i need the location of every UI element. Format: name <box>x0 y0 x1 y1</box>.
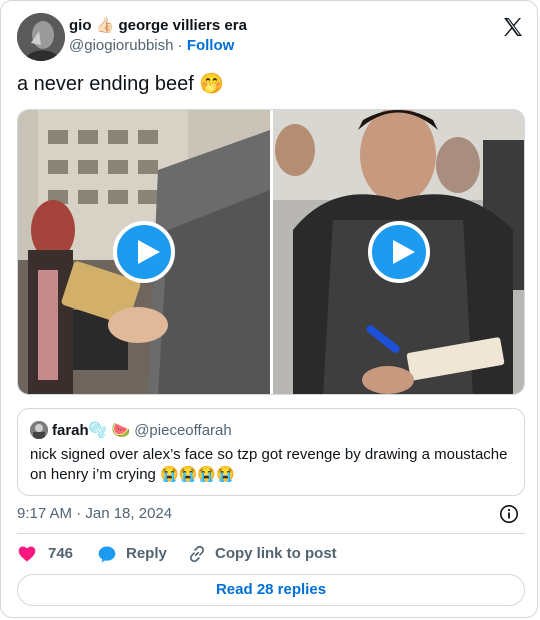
post-timestamp[interactable]: 9:17 AM · Jan 18, 2024 <box>17 504 172 524</box>
like-button[interactable]: 746 <box>17 543 77 565</box>
quoted-author-handle: @pieceoffarah <box>134 422 232 439</box>
video-thumbnail-1[interactable] <box>18 110 270 394</box>
reply-label: Reply <box>126 545 167 562</box>
play-button-2[interactable] <box>368 221 430 283</box>
copy-link-button[interactable]: Copy link to post <box>187 543 337 565</box>
quoted-post[interactable]: farah🫧 🍉 @pieceoffarah nick signed over a… <box>17 408 525 496</box>
quoted-author-avatar <box>30 421 48 439</box>
x-logo-icon[interactable] <box>501 15 525 39</box>
author-avatar[interactable] <box>17 13 65 61</box>
reply-button[interactable]: Reply <box>97 543 177 565</box>
play-icon <box>138 240 160 264</box>
info-icon[interactable] <box>499 504 519 524</box>
author-info: gio 👍🏻 george villiers era @giogiorubbis… <box>69 16 247 56</box>
post-header: gio 👍🏻 george villiers era @giogiorubbis… <box>17 13 525 61</box>
embedded-post-card: gio 👍🏻 george villiers era @giogiorubbis… <box>0 0 538 618</box>
separator-dot: · <box>177 37 183 54</box>
quoted-post-text: nick signed over alex’s face so tzp got … <box>30 446 508 483</box>
author-handle[interactable]: @giogiorubbish <box>69 37 173 54</box>
divider <box>17 533 525 534</box>
play-icon <box>393 240 415 264</box>
author-handle-line: @giogiorubbish · Follow <box>69 36 247 56</box>
media-grid <box>17 109 525 395</box>
quoted-post-header: farah🫧 🍉 @pieceoffarah <box>30 421 232 440</box>
follow-button[interactable]: Follow <box>187 37 235 54</box>
link-icon <box>190 545 204 563</box>
copy-link-label: Copy link to post <box>215 545 337 562</box>
like-count: 746 <box>48 545 74 562</box>
video-thumbnail-2[interactable] <box>273 110 524 394</box>
reply-icon <box>98 546 116 563</box>
quoted-author-name: farah🫧 🍉 <box>52 422 131 439</box>
post-text: a never ending beef 🤭 <box>17 73 225 95</box>
read-replies-button[interactable]: Read 28 replies <box>17 574 525 606</box>
play-button-1[interactable] <box>113 221 175 283</box>
author-display-name[interactable]: gio 👍🏻 george villiers era <box>69 16 247 36</box>
heart-icon <box>18 546 36 562</box>
